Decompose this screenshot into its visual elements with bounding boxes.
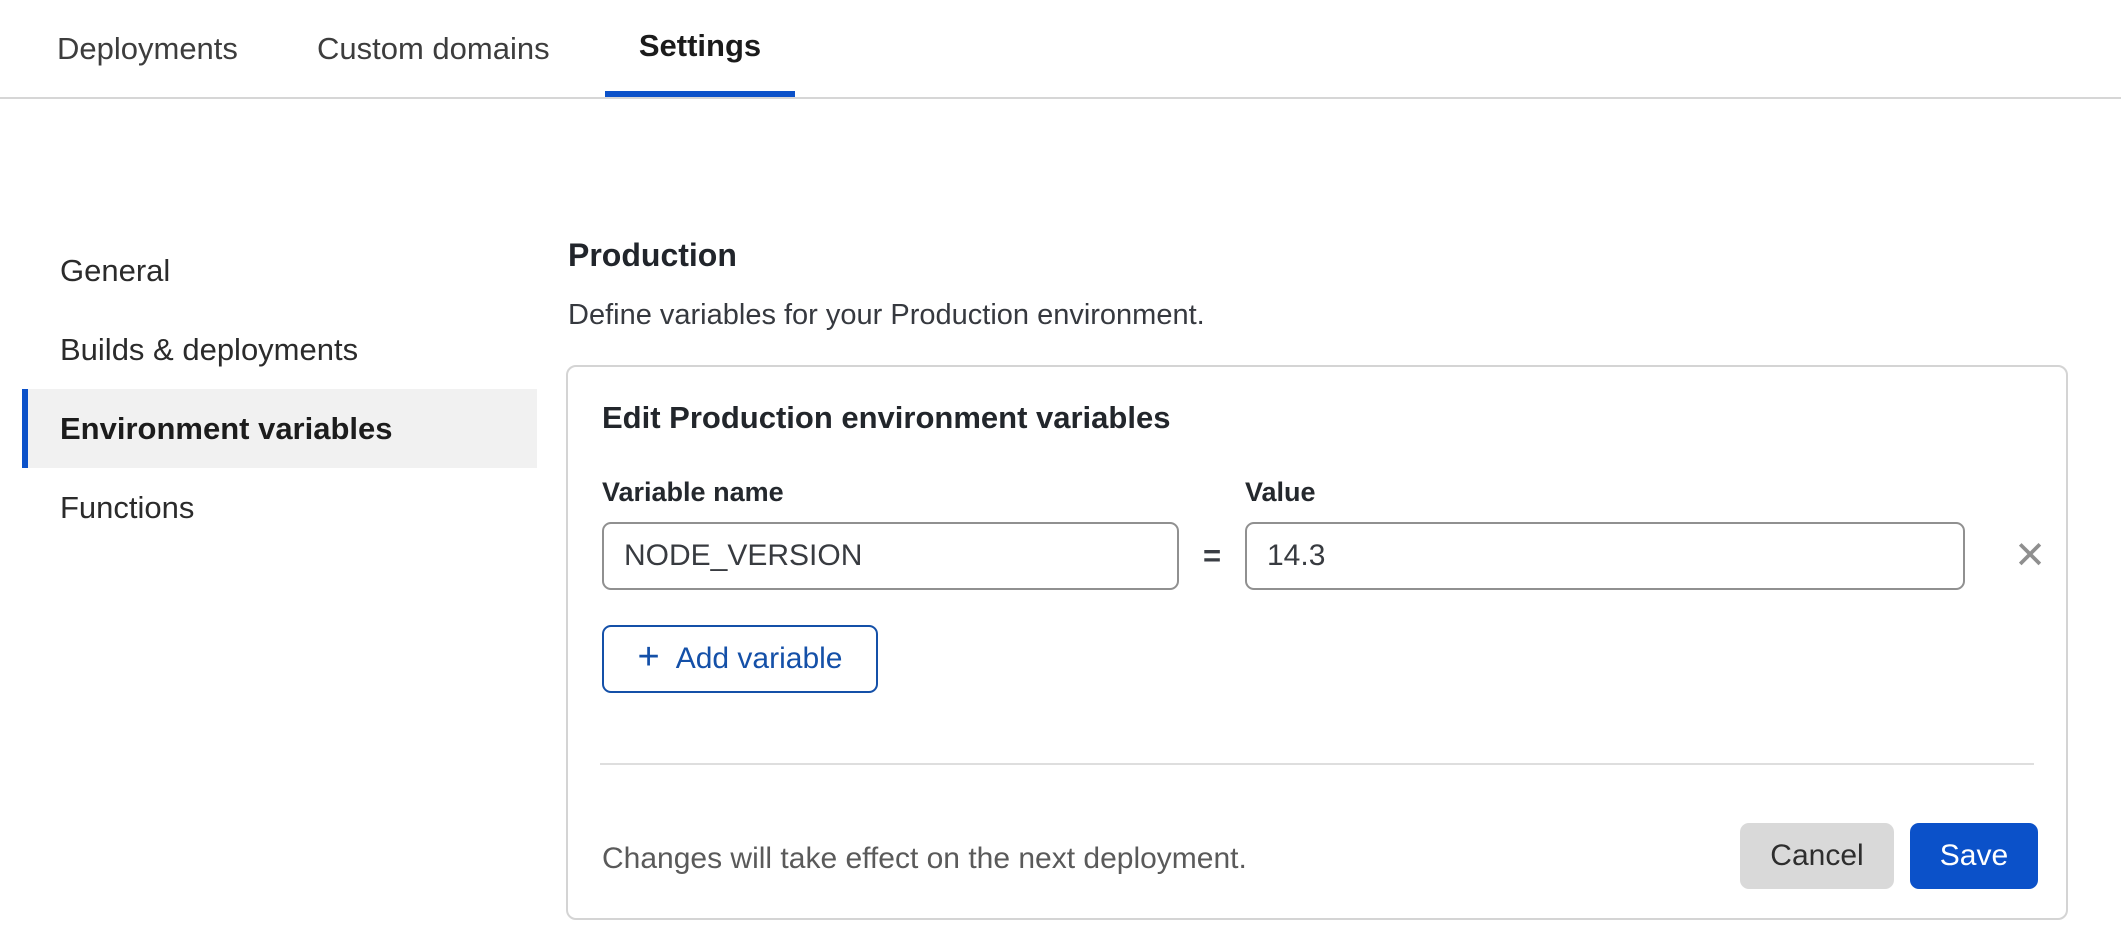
variable-value-input[interactable]: [1245, 522, 1965, 590]
remove-variable-button[interactable]: ✕: [2000, 522, 2060, 590]
save-button[interactable]: Save: [1910, 823, 2038, 889]
add-variable-button[interactable]: + Add variable: [602, 625, 878, 693]
variable-name-input[interactable]: [602, 522, 1179, 590]
sidebar-item-environment-variables[interactable]: Environment variables: [22, 389, 537, 468]
settings-sidebar: General Builds & deployments Environment…: [0, 231, 560, 547]
card-title: Edit Production environment variables: [602, 400, 1170, 436]
tab-custom-domains[interactable]: Custom domains: [317, 0, 550, 97]
variable-name-label: Variable name: [602, 477, 784, 508]
value-label: Value: [1245, 477, 1316, 508]
add-variable-label: Add variable: [676, 642, 843, 676]
cancel-button[interactable]: Cancel: [1740, 823, 1894, 889]
tab-bar: Deployments Custom domains Settings: [0, 0, 2121, 99]
sidebar-item-functions[interactable]: Functions: [0, 468, 560, 547]
plus-icon: +: [638, 636, 660, 679]
page-title: Production: [568, 237, 737, 274]
environment-variables-card: Edit Production environment variables Va…: [566, 365, 2068, 920]
sidebar-item-general[interactable]: General: [0, 231, 560, 310]
card-divider: [600, 763, 2034, 765]
close-icon: ✕: [2014, 537, 2046, 575]
footer-note: Changes will take effect on the next dep…: [602, 825, 1247, 893]
equals-sign: =: [1179, 522, 1245, 590]
tab-settings[interactable]: Settings: [605, 0, 795, 97]
section-description: Define variables for your Production env…: [568, 299, 1205, 332]
tab-deployments[interactable]: Deployments: [57, 0, 238, 97]
sidebar-item-builds-deployments[interactable]: Builds & deployments: [0, 310, 560, 389]
